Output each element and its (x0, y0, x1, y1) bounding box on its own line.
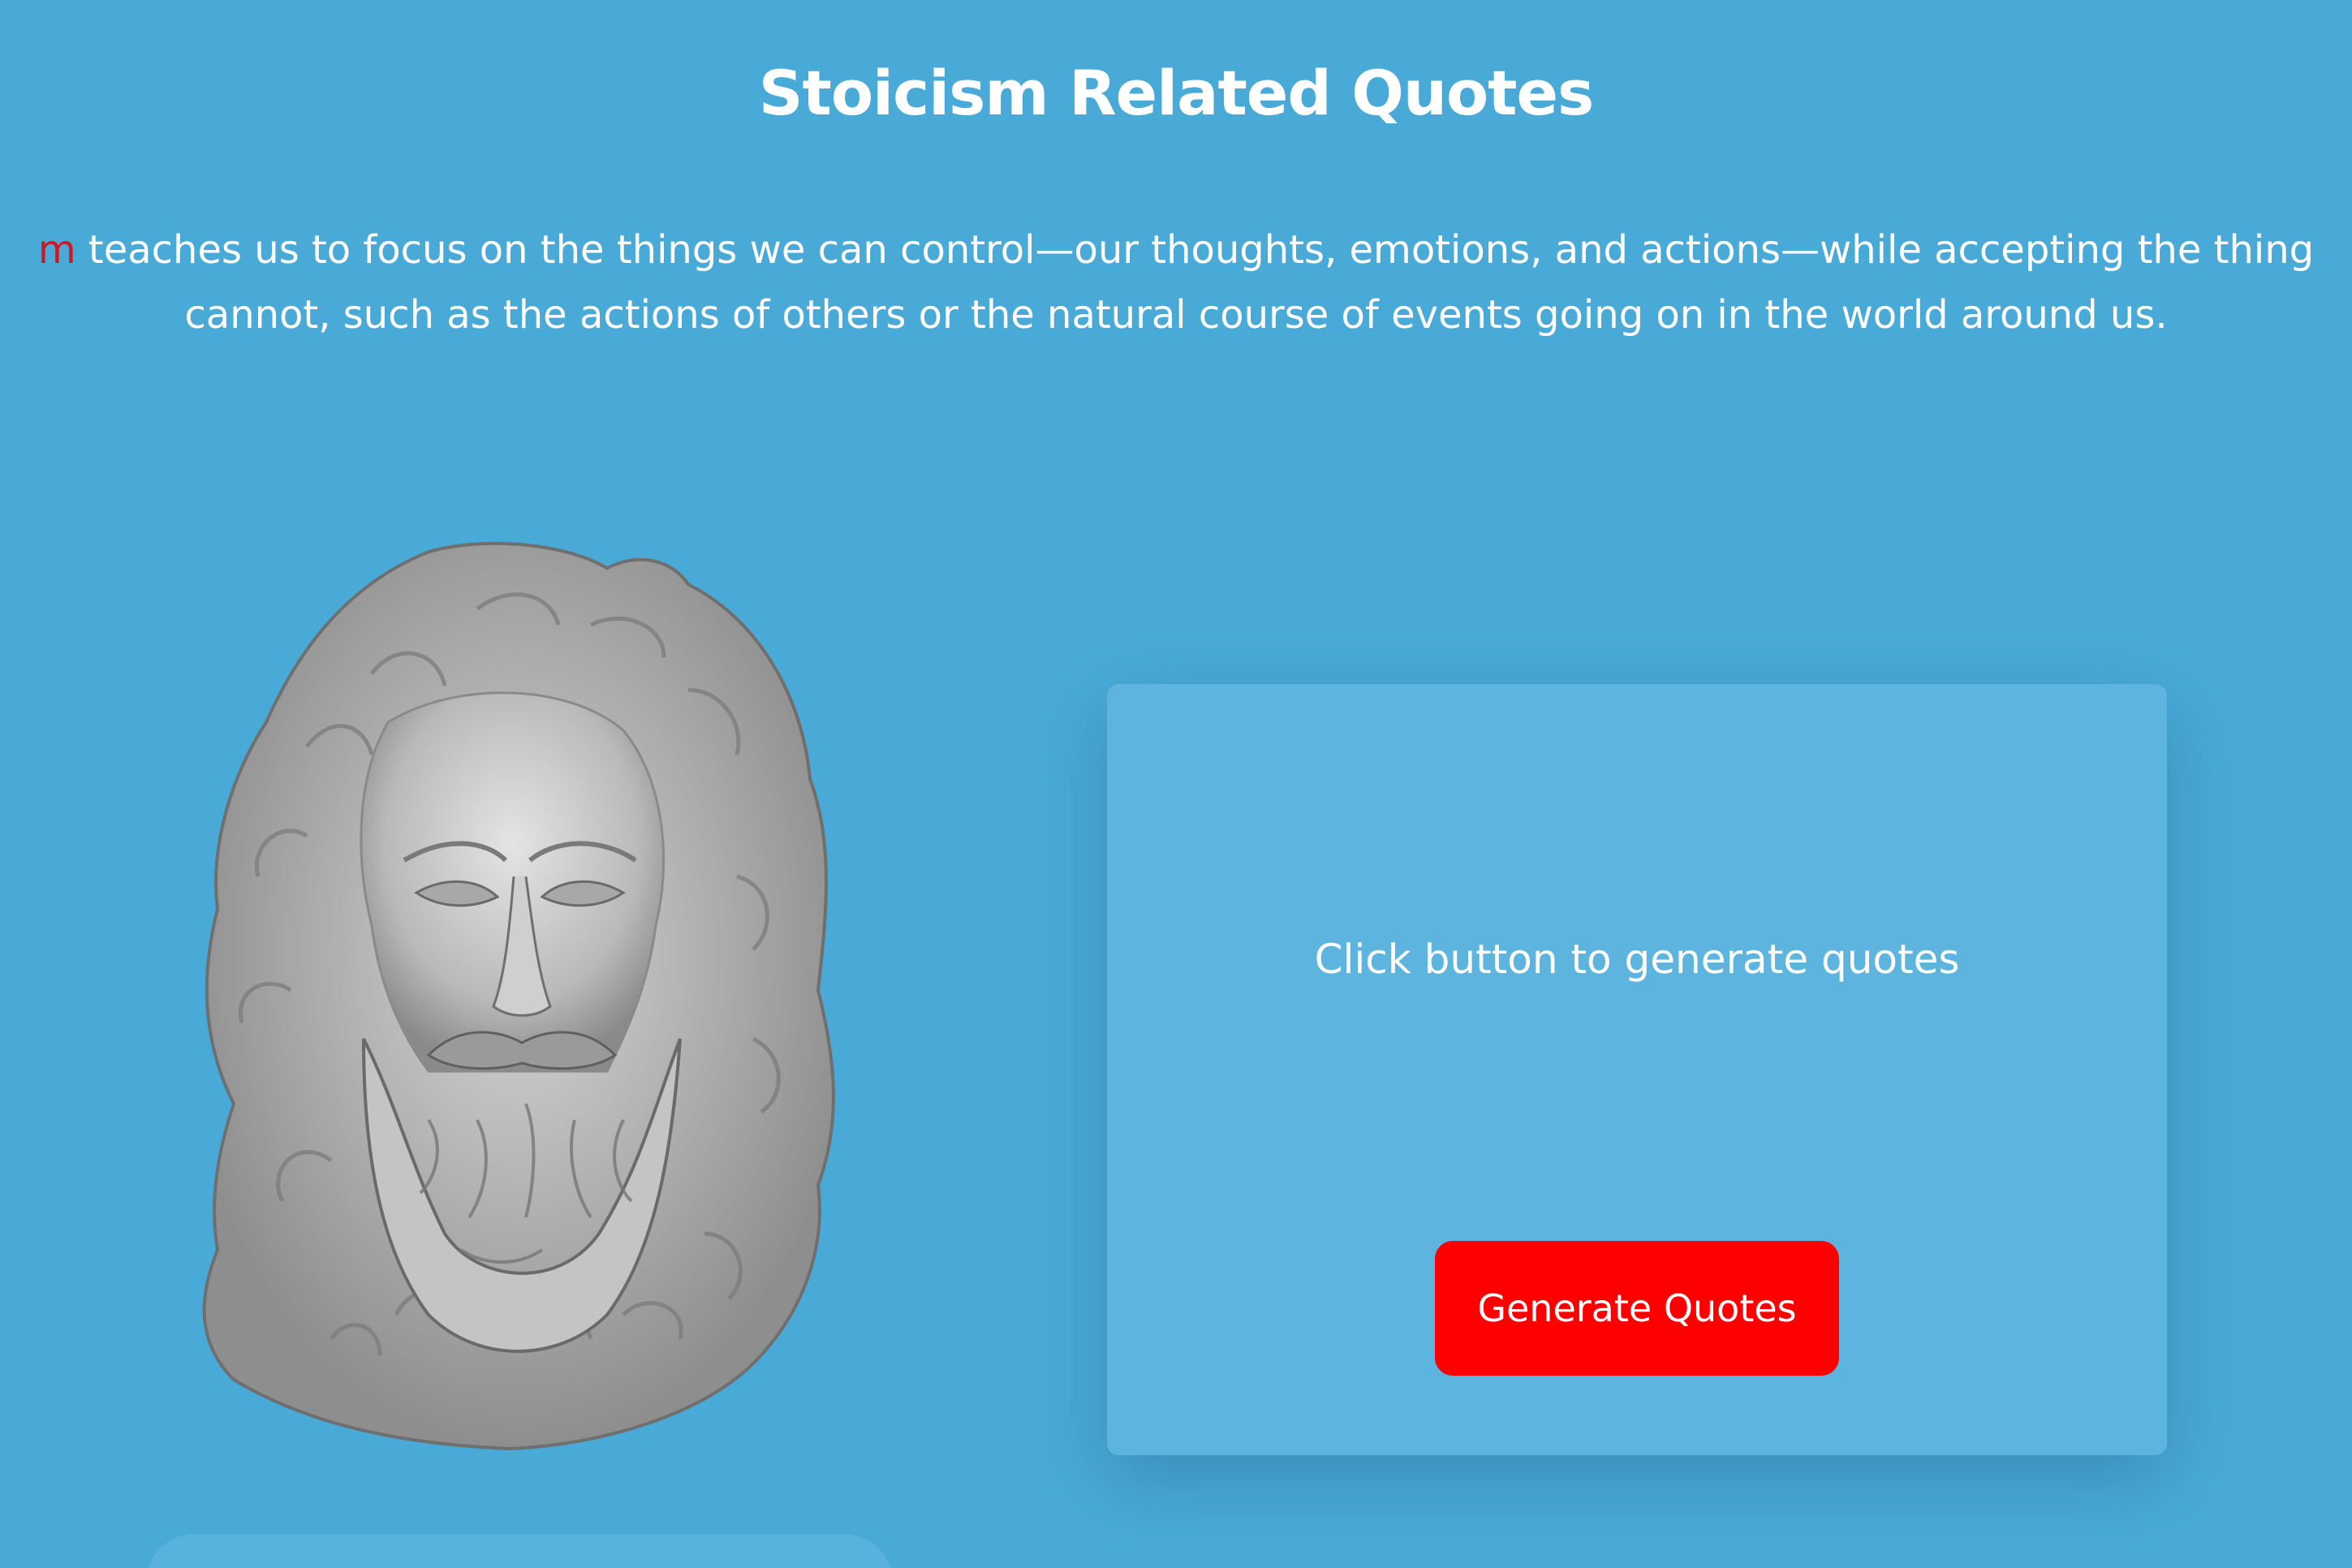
intro-paragraph: m teaches us to focus on the things we c… (0, 218, 2352, 347)
stoicism-highlight: m (37, 227, 76, 273)
stoic-bust-image (202, 541, 835, 1451)
intro-line-1: m teaches us to focus on the things we c… (0, 218, 2352, 282)
intro-line-1-text: teaches us to focus on the things we can… (75, 227, 2315, 273)
generate-quotes-button[interactable]: Generate Quotes (1435, 1241, 1839, 1376)
quote-placeholder-text: Click button to generate quotes (1314, 936, 1960, 983)
intro-line-2: cannot, such as the actions of others or… (184, 292, 2168, 338)
page: Stoicism Related Quotes m teaches us to … (0, 0, 2352, 1568)
page-title: Stoicism Related Quotes (758, 57, 1595, 129)
quote-card: Click button to generate quotes Generate… (1107, 684, 2167, 1455)
bottom-panel (146, 1534, 893, 1568)
